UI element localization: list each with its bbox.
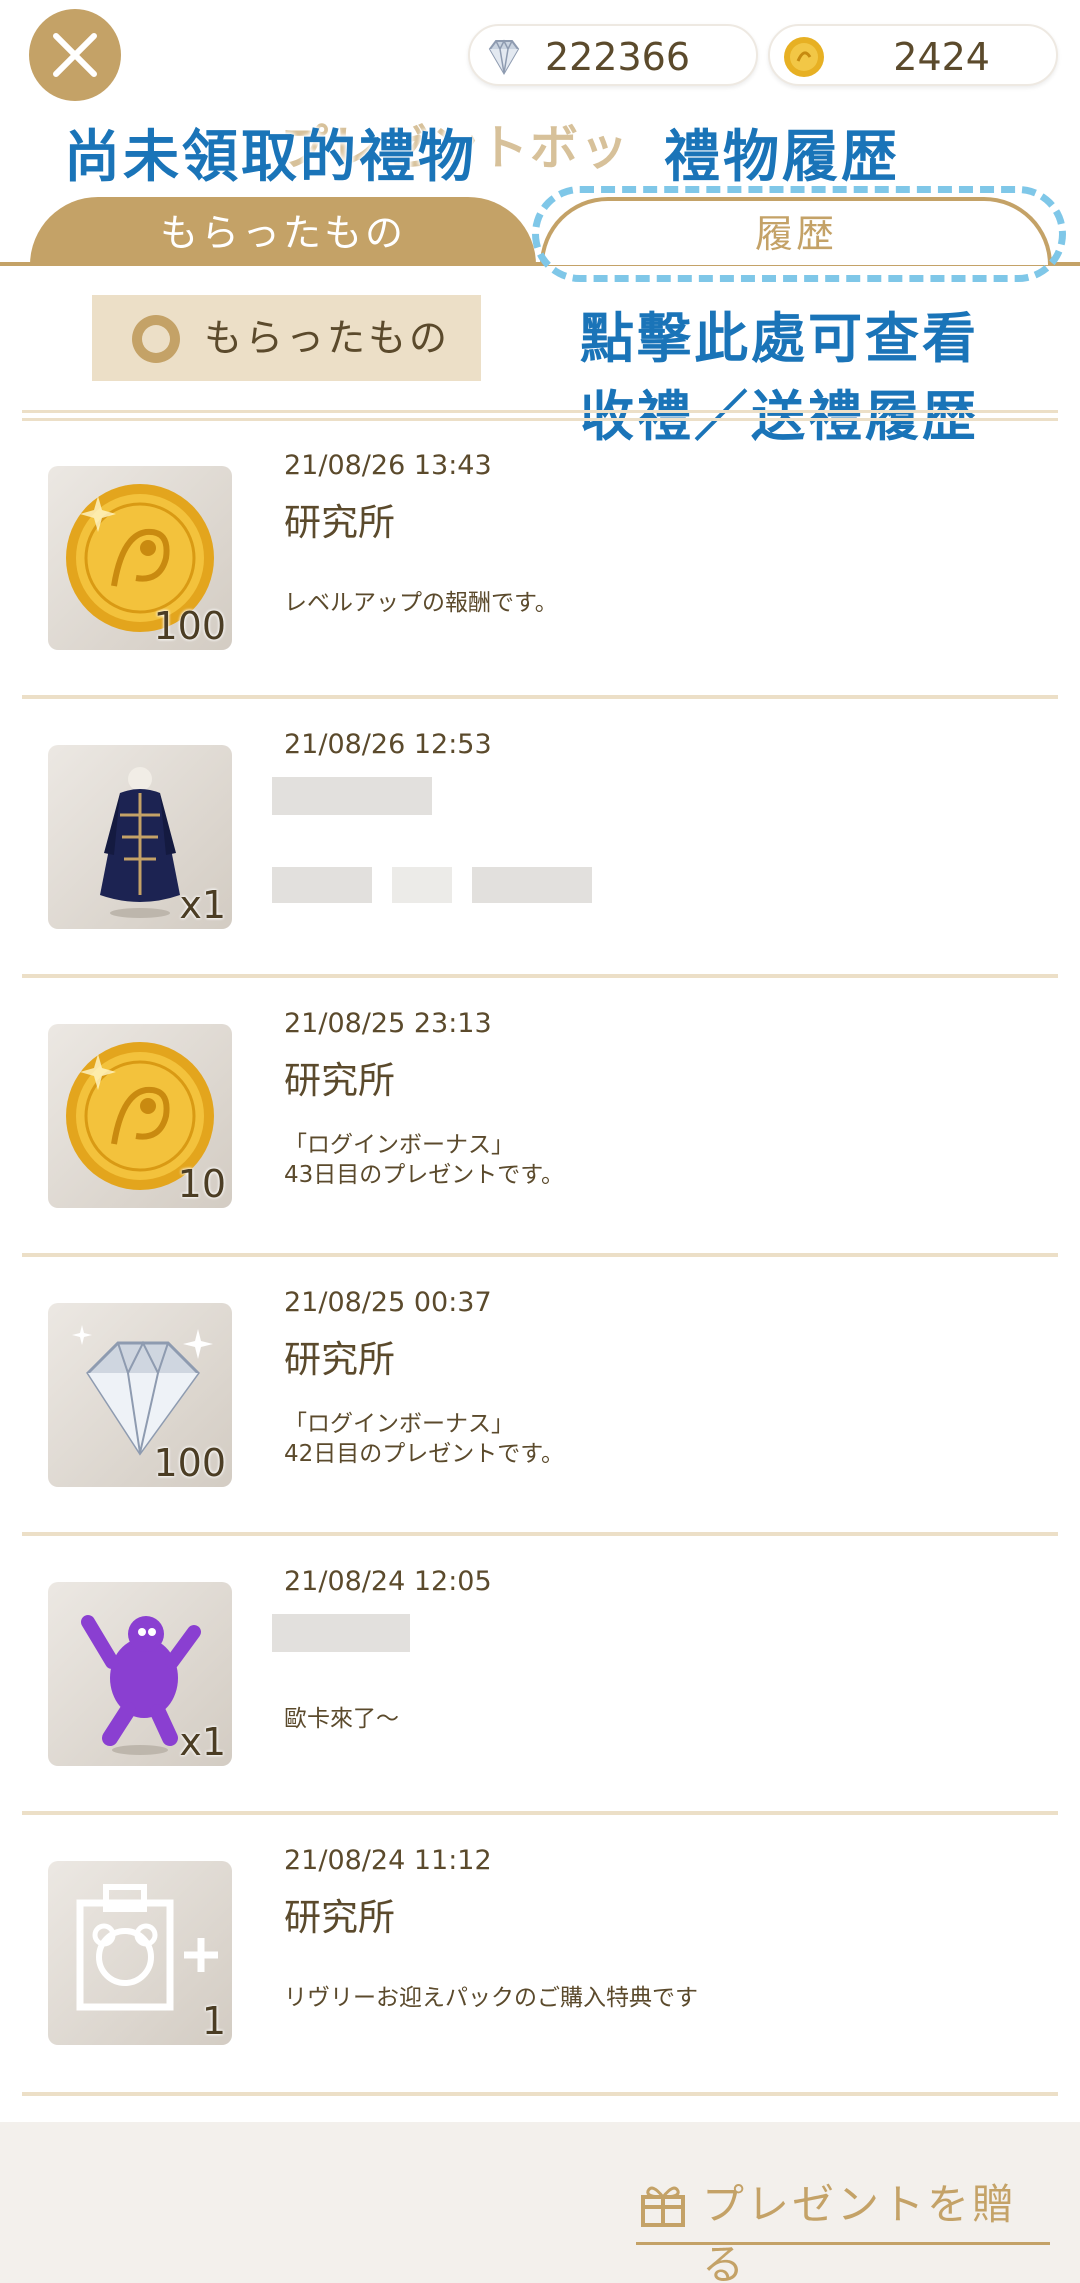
item-sender: 研究所 bbox=[284, 1059, 395, 1102]
list-item[interactable]: x1 21/08/24 12:05 歐卡來了〜 bbox=[0, 1536, 1080, 1815]
item-quantity: x1 bbox=[179, 883, 226, 927]
item-quantity: 10 bbox=[177, 1162, 226, 1206]
item-thumbnail: x1 bbox=[48, 745, 232, 929]
item-message: 「ログインボーナス」 43日目のプレゼントです。 bbox=[284, 1132, 564, 1188]
item-date: 21/08/24 12:05 bbox=[284, 1566, 492, 1597]
item-date: 21/08/25 23:13 bbox=[284, 1008, 492, 1039]
item-thumbnail: x1 bbox=[48, 1582, 232, 1766]
annotation-note-line1: 點擊此處可查看 bbox=[580, 307, 979, 370]
item-thumbnail: 10 bbox=[48, 1024, 232, 1208]
item-sender: 研究所 bbox=[284, 1896, 395, 1939]
item-sender: 研究所 bbox=[284, 501, 395, 544]
item-thumbnail: 100 bbox=[48, 466, 232, 650]
radio-icon bbox=[132, 315, 180, 363]
send-gift-label: プレゼントを贈る bbox=[702, 2180, 1018, 2283]
list-item[interactable]: x1 21/08/26 12:53 bbox=[0, 699, 1080, 978]
item-message: 「ログインボーナス」 42日目のプレゼントです。 bbox=[284, 1411, 564, 1467]
gold-coin-icon bbox=[784, 37, 824, 77]
item-date: 21/08/24 11:12 bbox=[284, 1845, 492, 1876]
redacted-message bbox=[392, 867, 452, 903]
annotation-title-left: 尚未領取的禮物 bbox=[64, 125, 477, 190]
close-icon bbox=[53, 33, 97, 77]
item-quantity: 100 bbox=[153, 604, 226, 648]
filter-label: もらったもの bbox=[204, 316, 451, 360]
list-item[interactable]: 10 21/08/25 23:13 研究所 「ログインボーナス」 43日目のプレ… bbox=[0, 978, 1080, 1257]
item-message: 歐卡來了〜 bbox=[284, 1706, 399, 1732]
item-quantity: x1 bbox=[179, 1720, 226, 1764]
filter-received[interactable]: もらったもの bbox=[92, 295, 481, 381]
divider bbox=[22, 2092, 1058, 2096]
list-item[interactable]: 100 21/08/25 00:37 研究所 「ログインボーナス」 42日目のプ… bbox=[0, 1257, 1080, 1536]
close-button[interactable] bbox=[29, 9, 121, 101]
item-quantity: 1 bbox=[201, 1999, 226, 2043]
item-message: レベルアップの報酬です。 bbox=[284, 590, 558, 616]
item-date: 21/08/26 12:53 bbox=[284, 729, 492, 760]
item-quantity: 100 bbox=[153, 1441, 226, 1485]
annotation-title-right: 禮物履歴 bbox=[664, 125, 900, 190]
list-item[interactable]: 1 21/08/24 11:12 研究所 リヴリーお迎えパックのご購入特典です bbox=[0, 1815, 1080, 2094]
annotation-title: 尚未領取的禮物 禮物履歴 bbox=[64, 112, 897, 193]
item-message: リヴリーお迎えパックのご購入特典です bbox=[284, 1985, 698, 2011]
gift-icon bbox=[641, 2186, 685, 2227]
item-date: 21/08/25 00:37 bbox=[284, 1287, 492, 1318]
redacted-message bbox=[472, 867, 592, 903]
coin-count: 2424 bbox=[893, 35, 990, 79]
send-gift-button[interactable]: プレゼントを贈る bbox=[636, 2175, 1050, 2283]
diamond-icon bbox=[488, 39, 520, 75]
item-thumbnail: 1 bbox=[48, 1861, 232, 2045]
item-sender: 研究所 bbox=[284, 1338, 395, 1381]
history-tab-highlight bbox=[532, 186, 1066, 282]
divider bbox=[22, 410, 1058, 413]
redacted-message bbox=[272, 867, 372, 903]
item-date: 21/08/26 13:43 bbox=[284, 450, 492, 481]
redacted-sender bbox=[272, 777, 432, 815]
list-item[interactable]: 100 21/08/26 13:43 研究所 レベルアップの報酬です。 bbox=[0, 420, 1080, 699]
gem-balance: 222366 bbox=[468, 24, 758, 86]
redacted-sender bbox=[272, 1614, 410, 1652]
tab-received[interactable]: もらったもの bbox=[30, 197, 536, 265]
coin-balance: 2424 bbox=[768, 24, 1058, 86]
gem-count: 222366 bbox=[544, 35, 690, 79]
gift-box-screen: 222366 2424 プレゼントボッ 尚未領取的禮物 禮物履歴 もらったもの … bbox=[0, 0, 1080, 2283]
item-thumbnail: 100 bbox=[48, 1303, 232, 1487]
